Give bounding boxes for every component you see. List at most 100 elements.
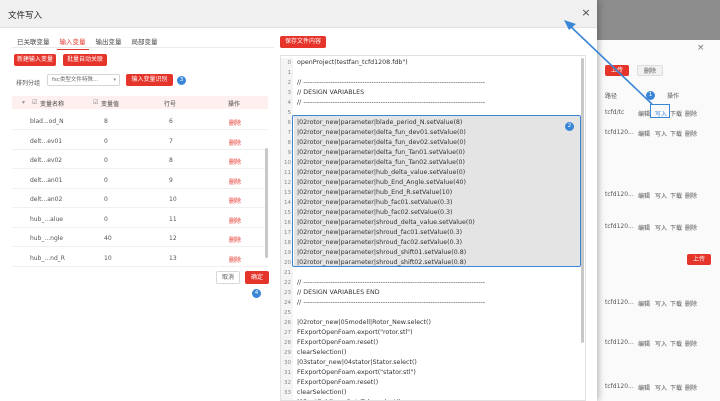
line-number-gutter: 3 [281, 88, 293, 98]
line-number-gutter: 0 [281, 58, 293, 68]
variable-value: 0 [104, 157, 108, 164]
code-line: 21 [281, 268, 581, 278]
line-number: 8 [169, 157, 173, 164]
code-text: // -------------------------------------… [297, 279, 486, 286]
code-text: // -------------------------------------… [297, 99, 486, 106]
table-row: blad...od_N 8 6 删除 [12, 113, 268, 130]
variable-value: 0 [104, 176, 108, 184]
line-number-gutter: 29 [281, 348, 293, 358]
variable-name: delt...an02 [30, 196, 63, 203]
variable-name: hub_...nd_R [30, 254, 65, 262]
code-text: // DESIGN VARIABLES END [297, 289, 380, 296]
code-text: FExportOpenFoam.export("stator.stl") [297, 369, 416, 376]
code-text: FExportOpenFoam.reset() [297, 339, 379, 346]
code-line: 22 // -----------------------------------… [281, 278, 581, 288]
variable-value: 0 [104, 137, 108, 145]
code-line: 25 [281, 308, 581, 318]
table-row: delt...ev02 0 8 删除 [12, 152, 268, 169]
code-line: 33 clearSelection() [281, 388, 581, 398]
code-text: FExportOpenFoam.reset() [297, 379, 379, 386]
code-line: 27 FExportOpenFoam.export("rotor.stl") [281, 328, 581, 338]
bg-row: tcfd120... 编辑 写入 下载 删除 [605, 383, 698, 392]
code-text: // -------------------------------------… [297, 79, 486, 86]
code-line: 31 FExportOpenFoam.export("stator.stl") [281, 368, 581, 378]
new-input-variable-button[interactable]: 新建输入变量 [14, 54, 56, 66]
variable-value: 40 [104, 235, 112, 242]
sort-group-select[interactable]: fsc类型文件特殊... ▾ [47, 74, 120, 86]
line-number-gutter: 33 [281, 388, 293, 398]
delete-link[interactable]: 删除 [229, 177, 241, 186]
table-row: delt...ev01 0 7 删除 [12, 133, 268, 150]
save-file-content-button[interactable]: 保存文件内容 [280, 36, 326, 48]
header-line-number: 行号 [164, 101, 177, 108]
code-line: 3 // DESIGN VARIABLES [281, 88, 581, 98]
code-text: // DESIGN VARIABLES [297, 89, 365, 96]
bg-upload-button-2: 上传 [687, 254, 712, 265]
variable-value: 0 [104, 215, 108, 223]
sort-icon[interactable]: ▾ [22, 99, 25, 106]
ok-button[interactable]: 确定 [245, 271, 269, 284]
delete-link[interactable]: 删除 [229, 118, 241, 127]
code-line: 23 // DESIGN VARIABLES END [281, 288, 581, 298]
code-line: 28 FExportOpenFoam.reset() [281, 338, 581, 348]
edit-icon: ☑ [93, 99, 99, 106]
delete-link[interactable]: 删除 [229, 255, 241, 264]
bg-row: tcfd120... 编辑 写入 下载 删除 [605, 223, 698, 232]
line-number-gutter: 28 [281, 338, 293, 348]
variable-name: hub_...alue [30, 215, 63, 223]
line-number: 10 [169, 196, 177, 203]
code-line: 1 [281, 68, 581, 78]
table-row: delt...an02 0 10 删除 [12, 191, 268, 208]
bg-close-icon: × [697, 43, 705, 53]
delete-link[interactable]: 删除 [229, 138, 241, 147]
code-line: 4 // ------------------------------------… [281, 98, 581, 108]
table-scrollbar[interactable] [265, 148, 268, 258]
line-number: 6 [169, 118, 173, 125]
sort-group-label: 排列分组 [16, 80, 41, 87]
line-number: 9 [169, 176, 173, 184]
line-number-gutter: 27 [281, 328, 293, 338]
variable-name: delt...an01 [30, 176, 63, 184]
delete-link[interactable]: 删除 [229, 216, 241, 225]
code-line: 26 |02rotor_new|05modell|Rotor_New.select… [281, 318, 581, 328]
line-number-gutter: 23 [281, 288, 293, 298]
variables-table-header: ▾ ☑ 变量名称 ☑ 变量值 行号 操作 [12, 96, 268, 109]
chevron-down-icon: ▾ [113, 77, 116, 83]
tabs-divider [12, 47, 274, 48]
bg-row: tcfd120... 编辑 写入 下载 删除 [605, 191, 698, 200]
edit-icon: ☑ [32, 99, 38, 106]
variable-value: 10 [104, 254, 112, 262]
identify-input-variables-button[interactable]: 输入变量识别 [126, 74, 173, 86]
batch-auto-link-button[interactable]: 批量自动关联 [63, 54, 107, 66]
delete-link[interactable]: 删除 [229, 196, 241, 205]
annotation-arrow-icon [564, 20, 653, 105]
line-number-gutter: 1 [281, 68, 293, 78]
code-text: FExportOpenFoam.export("rotor.stl") [297, 329, 413, 336]
bg-row: tcfd120... 编辑 写入 下载 删除 [605, 129, 698, 138]
modal-header: 文件写入 × [0, 0, 597, 28]
header-operation: 操作 [228, 101, 241, 108]
line-number-gutter: 26 [281, 318, 293, 328]
line-number: 12 [169, 235, 177, 242]
delete-link[interactable]: 删除 [229, 235, 241, 244]
modal-title: 文件写入 [8, 11, 43, 21]
cancel-button[interactable]: 取消 [216, 271, 240, 284]
variable-name: hub_...ngle [30, 235, 64, 242]
bg-row: tcfd120... 编辑 写入 下载 删除 [605, 299, 698, 308]
header-variable-value: 变量值 [101, 101, 120, 108]
line-number-gutter: 22 [281, 278, 293, 288]
code-line: 24 // -----------------------------------… [281, 298, 581, 308]
line-number-gutter: 2 [281, 78, 293, 88]
code-text: clearSelection() [297, 389, 347, 396]
table-row: hub_...nd_R 10 13 删除 [12, 250, 268, 267]
line-number-gutter: 21 [281, 268, 293, 278]
table-row: hub_...ngle 40 12 删除 [12, 230, 268, 247]
sort-group-value: fsc类型文件特殊... [52, 77, 99, 83]
code-line: 0 openProject(testfan_tcfd1208.fdb") [281, 58, 581, 68]
code-text: |03stator_new|04stator|Stator.select() [297, 359, 417, 366]
delete-link[interactable]: 删除 [229, 157, 241, 166]
header-variable-name: 变量名称 [40, 101, 65, 108]
line-number: 7 [169, 137, 173, 145]
code-line: 2 // ------------------------------------… [281, 78, 581, 88]
code-text: // -------------------------------------… [297, 299, 486, 306]
